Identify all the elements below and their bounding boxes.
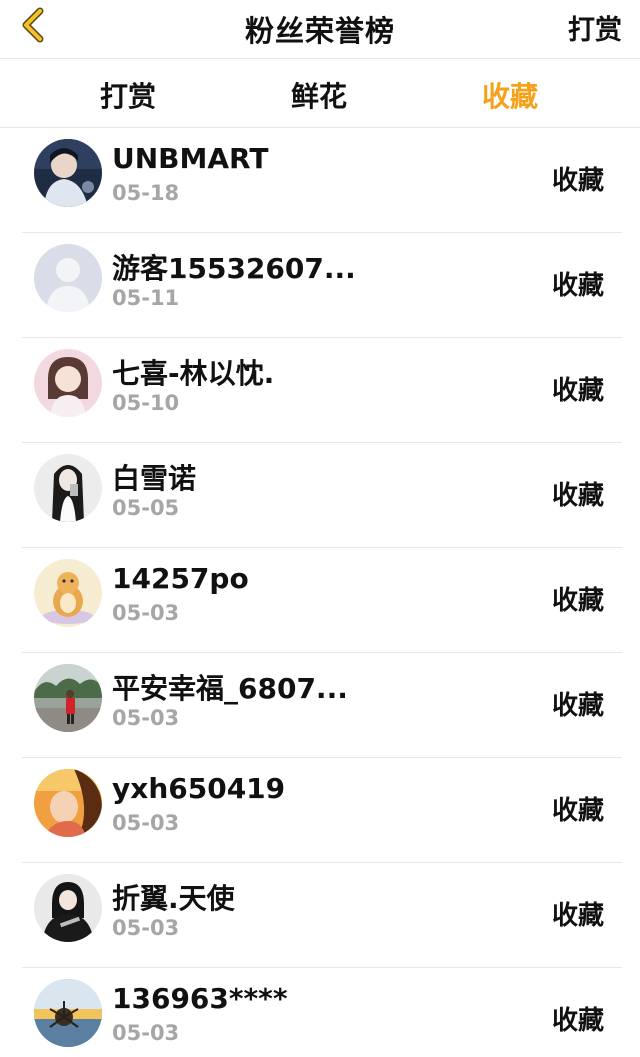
fan-date: 05-03	[112, 706, 180, 730]
favorite-label: 收藏	[551, 796, 604, 826]
reward-button[interactable]: 打赏	[568, 8, 622, 47]
fan-date: 05-18	[112, 181, 180, 205]
avatar	[34, 244, 102, 312]
fan-name: 136963****	[112, 982, 288, 1015]
fan-name: 七喜-林以忱.	[112, 357, 275, 390]
avatar	[34, 769, 102, 837]
avatar	[34, 664, 102, 732]
fan-name: 14257po	[112, 562, 249, 595]
fan-list: UNBMART 05-18 收藏 游客15532607... 05-11 收藏	[0, 128, 640, 1057]
fan-date: 05-03	[112, 916, 180, 940]
favorite-label: 收藏	[551, 271, 604, 301]
favorite-label: 收藏	[551, 376, 604, 406]
fan-name: 折翼.天使	[112, 882, 235, 915]
fan-date: 05-03	[112, 1021, 180, 1045]
list-item[interactable]: UNBMART 05-18 收藏	[22, 128, 622, 233]
tab-bar: 打赏 鲜花 收藏	[0, 59, 640, 128]
list-item[interactable]: 136963**** 05-03 收藏	[22, 968, 622, 1057]
avatar	[34, 559, 102, 627]
nav-bar: 粉丝荣誉榜 打赏	[0, 0, 640, 59]
tab-favorites[interactable]: 收藏	[450, 75, 570, 115]
avatar	[34, 979, 102, 1047]
fan-name: 平安幸福_6807...	[112, 672, 348, 705]
list-item[interactable]: 14257po 05-03 收藏	[22, 548, 622, 653]
avatar	[34, 349, 102, 417]
avatar	[34, 874, 102, 942]
tab-reward[interactable]: 打赏	[68, 75, 188, 115]
favorite-label: 收藏	[551, 481, 604, 511]
list-item[interactable]: yxh650419 05-03 收藏	[22, 758, 622, 863]
fan-date: 05-11	[112, 286, 180, 310]
favorite-label: 收藏	[551, 586, 604, 616]
favorite-label: 收藏	[551, 901, 604, 931]
list-item[interactable]: 游客15532607... 05-11 收藏	[22, 233, 622, 338]
fan-date: 05-05	[112, 496, 180, 520]
favorite-label: 收藏	[551, 691, 604, 721]
favorite-label: 收藏	[551, 166, 604, 196]
tab-flowers[interactable]: 鲜花	[259, 75, 379, 115]
list-item[interactable]: 七喜-林以忱. 05-10 收藏	[22, 338, 622, 443]
fan-date: 05-10	[112, 391, 180, 415]
list-item[interactable]: 折翼.天使 05-03 收藏	[22, 863, 622, 968]
fan-name: UNBMART	[112, 142, 269, 175]
fan-date: 05-03	[112, 601, 180, 625]
page-title: 粉丝荣誉榜	[244, 14, 395, 48]
fan-name: 游客15532607...	[112, 252, 356, 285]
avatar	[34, 454, 102, 522]
favorite-label: 收藏	[551, 1006, 604, 1036]
app-screen: 粉丝荣誉榜 打赏 打赏 鲜花 收藏 UNBMART 05-18 收藏 游客155…	[0, 0, 640, 1057]
list-item[interactable]: 白雪诺 05-05 收藏	[22, 443, 622, 548]
fan-date: 05-03	[112, 811, 180, 835]
fan-name: 白雪诺	[112, 462, 197, 495]
list-item[interactable]: 平安幸福_6807... 05-03 收藏	[22, 653, 622, 758]
avatar	[34, 139, 102, 207]
fan-name: yxh650419	[112, 772, 286, 805]
